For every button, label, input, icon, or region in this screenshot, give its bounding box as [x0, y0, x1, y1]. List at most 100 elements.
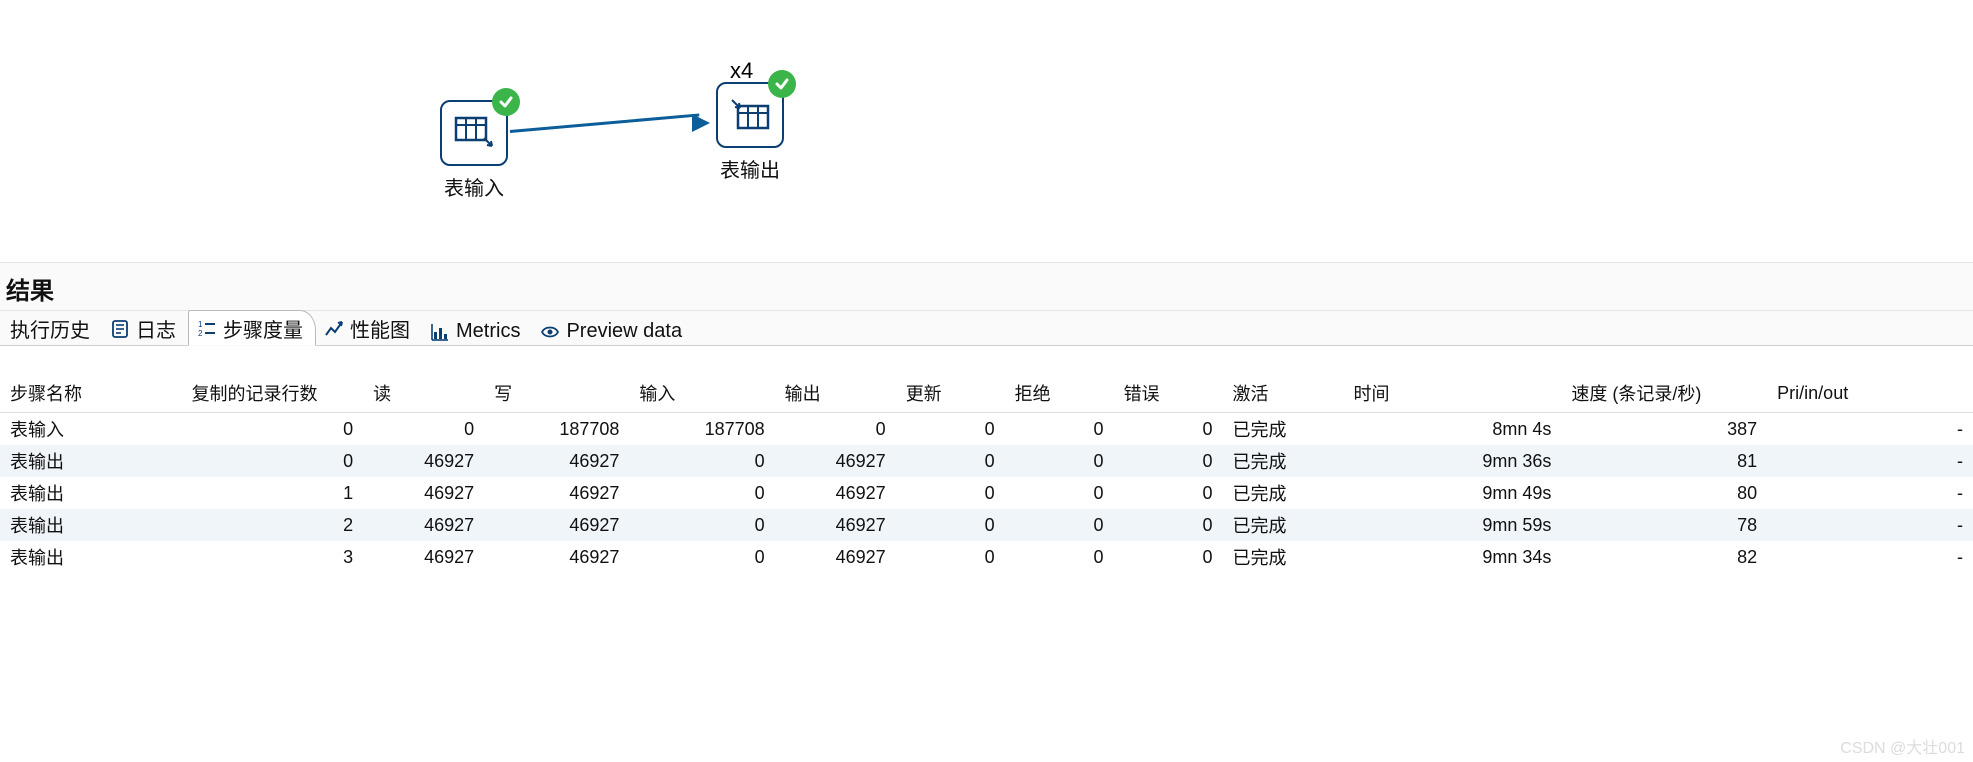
cell-step_name: 表输出: [0, 477, 182, 509]
results-tabs: 执行历史 日志 1 2 步骤度量 性能图 Metrics: [0, 311, 1973, 346]
cell-read: 46927: [363, 445, 484, 477]
cell-active: 已完成: [1223, 413, 1344, 446]
watermark: CSDN @大壮001: [1840, 734, 1965, 758]
spacer: [0, 346, 1973, 374]
cell-read: 46927: [363, 509, 484, 541]
cell-input: 0: [629, 445, 774, 477]
cell-step_name: 表输出: [0, 509, 182, 541]
tab-step-metrics-label: 步骤度量: [223, 314, 303, 343]
cell-step_name: 表输出: [0, 541, 182, 573]
cell-speed: 80: [1561, 477, 1767, 509]
cell-copied_rows: 1: [182, 477, 364, 509]
col-reject[interactable]: 拒绝: [1005, 374, 1114, 413]
tab-preview-data[interactable]: Preview data: [532, 317, 694, 345]
step-table-output-box: [716, 82, 784, 148]
cell-time: 9mn 49s: [1344, 477, 1562, 509]
step-metrics-table: 步骤名称 复制的记录行数 读 写 输入 输出 更新 拒绝 错误 激活 时间 速度…: [0, 374, 1973, 573]
step-metrics-table-wrap: 步骤名称 复制的记录行数 读 写 输入 输出 更新 拒绝 错误 激活 时间 速度…: [0, 374, 1973, 573]
hop-arrowhead-icon: [692, 114, 710, 132]
cell-error: 0: [1114, 413, 1223, 446]
cell-pri: -: [1767, 413, 1973, 446]
cell-input: 0: [629, 477, 774, 509]
cell-copied_rows: 2: [182, 509, 364, 541]
cell-update: 0: [896, 477, 1005, 509]
cell-reject: 0: [1005, 445, 1114, 477]
cell-write: 46927: [484, 445, 629, 477]
cell-pri: -: [1767, 541, 1973, 573]
table-row[interactable]: 表输出24692746927046927000已完成9mn 59s78-: [0, 509, 1973, 541]
col-input[interactable]: 输入: [629, 374, 774, 413]
col-copied-rows[interactable]: 复制的记录行数: [182, 374, 364, 413]
status-success-icon: [768, 70, 796, 98]
tab-performance-graph-label: 性能图: [350, 314, 410, 343]
col-error[interactable]: 错误: [1114, 374, 1223, 413]
cell-active: 已完成: [1223, 445, 1344, 477]
table-row[interactable]: 表输出34692746927046927000已完成9mn 34s82-: [0, 541, 1973, 573]
transformation-canvas[interactable]: x4 表输入: [0, 0, 1973, 250]
col-active[interactable]: 激活: [1223, 374, 1344, 413]
col-pri[interactable]: Pri/in/out: [1767, 374, 1973, 413]
cell-write: 46927: [484, 541, 629, 573]
table-input-icon: [454, 116, 494, 150]
cell-error: 0: [1114, 445, 1223, 477]
step-table-output[interactable]: 表输出: [716, 82, 784, 183]
step-table-input-box: [440, 100, 508, 166]
cell-reject: 0: [1005, 509, 1114, 541]
tab-metrics[interactable]: Metrics: [422, 317, 532, 345]
cell-update: 0: [896, 413, 1005, 446]
cell-output: 46927: [775, 445, 896, 477]
col-write[interactable]: 写: [484, 374, 629, 413]
hop-line: [510, 113, 700, 133]
cell-reject: 0: [1005, 477, 1114, 509]
cell-pri: -: [1767, 509, 1973, 541]
tab-step-metrics[interactable]: 1 2 步骤度量: [188, 310, 316, 346]
cell-write: 46927: [484, 509, 629, 541]
cell-input: 0: [629, 509, 774, 541]
step-table-input[interactable]: 表输入: [440, 100, 508, 201]
cell-time: 8mn 4s: [1344, 413, 1562, 446]
cell-reject: 0: [1005, 541, 1114, 573]
cell-update: 0: [896, 509, 1005, 541]
tab-performance-graph[interactable]: 性能图: [316, 311, 422, 345]
cell-step_name: 表输入: [0, 413, 182, 446]
col-update[interactable]: 更新: [896, 374, 1005, 413]
cell-time: 9mn 59s: [1344, 509, 1562, 541]
cell-write: 187708: [484, 413, 629, 446]
step-table-input-label: 表输入: [440, 172, 508, 201]
eye-icon: [540, 322, 560, 342]
tab-log-label: 日志: [136, 314, 176, 343]
cell-active: 已完成: [1223, 477, 1344, 509]
log-icon: [110, 319, 130, 339]
cell-read: 0: [363, 413, 484, 446]
cell-write: 46927: [484, 477, 629, 509]
cell-active: 已完成: [1223, 541, 1344, 573]
cell-output: 0: [775, 413, 896, 446]
col-speed[interactable]: 速度 (条记录/秒): [1561, 374, 1767, 413]
cell-read: 46927: [363, 541, 484, 573]
svg-text:1: 1: [198, 320, 203, 329]
cell-error: 0: [1114, 509, 1223, 541]
table-row[interactable]: 表输出04692746927046927000已完成9mn 36s81-: [0, 445, 1973, 477]
cell-read: 46927: [363, 477, 484, 509]
bar-chart-icon: [430, 322, 450, 342]
cell-time: 9mn 36s: [1344, 445, 1562, 477]
cell-copied_rows: 0: [182, 445, 364, 477]
step-table-output-label: 表输出: [716, 154, 784, 183]
table-row[interactable]: 表输出14692746927046927000已完成9mn 49s80-: [0, 477, 1973, 509]
col-step-name[interactable]: 步骤名称: [0, 374, 182, 413]
cell-update: 0: [896, 445, 1005, 477]
tab-execution-history[interactable]: 执行历史: [2, 311, 102, 345]
cell-step_name: 表输出: [0, 445, 182, 477]
results-panel-title: 结果: [0, 263, 1973, 311]
table-output-icon: [730, 98, 770, 132]
cell-speed: 81: [1561, 445, 1767, 477]
tab-log[interactable]: 日志: [102, 311, 188, 345]
col-time[interactable]: 时间: [1344, 374, 1562, 413]
cell-speed: 82: [1561, 541, 1767, 573]
line-chart-icon: [324, 319, 344, 339]
table-row[interactable]: 表输入001877081877080000已完成8mn 4s387-: [0, 413, 1973, 446]
cell-pri: -: [1767, 445, 1973, 477]
cell-active: 已完成: [1223, 509, 1344, 541]
col-read[interactable]: 读: [363, 374, 484, 413]
col-output[interactable]: 输出: [775, 374, 896, 413]
